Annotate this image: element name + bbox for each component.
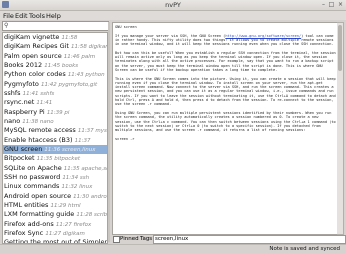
- note-list-item[interactable]: Raspberry Pi 11:39 pi: [3, 108, 107, 117]
- note-title: Books 2012: [4, 60, 43, 69]
- menu-bar: File Edit Tools Help: [0, 11, 346, 20]
- search-icon: ⚲: [4, 22, 9, 29]
- menu-file[interactable]: File: [3, 12, 14, 20]
- note-title: Bitpocket: [4, 154, 35, 163]
- note-list-item[interactable]: HTML entities 11:29 html: [3, 201, 107, 210]
- note-list[interactable]: digiKam vignette 11:58 digiKam Recipes Gi…: [2, 32, 108, 244]
- pinned-checkbox[interactable]: [113, 236, 120, 243]
- status-message: Note is saved and synced: [269, 246, 340, 252]
- note-list-item[interactable]: digiKam vignette 11:58: [3, 33, 107, 42]
- maximize-icon[interactable]: □: [328, 1, 335, 8]
- window-title: nvPY: [165, 1, 181, 9]
- menu-edit[interactable]: Edit: [15, 12, 28, 20]
- note-modified-time: 11:46 palm: [63, 53, 96, 60]
- note-title: SQLite on Apache: [4, 163, 62, 172]
- note-title: SSH no password: [4, 172, 61, 181]
- note-list-item[interactable]: Palm open source 11:46 palm: [3, 52, 107, 61]
- note-title: HTML entities: [4, 200, 49, 209]
- note-title: digiKam vignette: [4, 33, 60, 41]
- note-modified-time: 11:37: [74, 137, 91, 144]
- note-paragraph: screen -r: [115, 136, 135, 141]
- note-list-item[interactable]: Linux commands 11:32 linux: [3, 182, 107, 191]
- menu-tools[interactable]: Tools: [29, 12, 45, 20]
- note-modified-time: 11:43 python: [67, 72, 105, 79]
- note-list-item[interactable]: nano 11:38 nano: [3, 117, 107, 126]
- note-title: Firefox add-ons: [4, 219, 54, 228]
- note-list-item[interactable]: Bitpocket 11:35 bitpocket: [3, 154, 107, 163]
- note-list-item[interactable]: GNU screen 11:36 screen,linux: [3, 144, 107, 155]
- note-editor[interactable]: GNU screen If you manage your server via…: [112, 22, 339, 235]
- note-modified-time: 11:32 linux: [61, 184, 93, 191]
- note-modified-time: 11:28 scribble: [76, 212, 107, 219]
- note-modified-time: 11:58 digikam: [71, 44, 107, 51]
- note-title: Raspberry Pi: [4, 107, 45, 116]
- note-modified-time: 11:30 android: [73, 193, 107, 200]
- note-modified-time: 11:27 digikam: [45, 230, 85, 237]
- note-modified-time: 11:41 sshfs: [22, 90, 55, 97]
- note-list-item[interactable]: LXM formatting guide 11:28 scribble: [3, 210, 107, 219]
- note-modified-time: 11:27 firefox: [55, 221, 92, 228]
- note-title: Android open source: [4, 191, 72, 200]
- note-title: sshfs: [4, 88, 21, 97]
- note-paragraph: Using GNU Screen, you can run multiple p…: [115, 110, 336, 133]
- note-paragraph: This is where the GNU Screen comes into …: [115, 76, 336, 107]
- note-modified-time: 11:34 ssh: [62, 174, 90, 181]
- note-title: MySQL remote access: [4, 126, 76, 135]
- minimize-icon[interactable]: –: [320, 1, 327, 8]
- note-modified-time: 11:37 mysql: [77, 128, 107, 135]
- title-bar: nvPY – □ ×: [0, 0, 346, 11]
- note-modified-time: 11:35 bitpocket: [36, 156, 81, 163]
- pane-splitter[interactable]: [108, 22, 110, 242]
- note-title: Linux commands: [4, 182, 60, 191]
- note-modified-time: 11:35 apache,sql: [63, 165, 107, 172]
- note-list-item[interactable]: rsync.net 11:41: [3, 98, 107, 107]
- note-title: Palm open source: [4, 51, 62, 60]
- note-title: Pygmyfoto: [4, 79, 39, 88]
- editor-scrollbar[interactable]: [337, 22, 344, 235]
- note-modified-time: 11:45 books: [44, 62, 79, 69]
- note-list-item[interactable]: sshfs 11:41 sshfs: [3, 89, 107, 98]
- menu-help[interactable]: Help: [46, 12, 61, 20]
- note-list-item[interactable]: Books 2012 11:45 books: [3, 61, 107, 70]
- note-list-item[interactable]: Android open source 11:30 android: [3, 192, 107, 201]
- note-title: Enable htaccess (B3): [4, 135, 73, 144]
- tag-row: Pinned Tags screen,linux: [112, 235, 346, 244]
- pinned-label: Pinned: [120, 236, 139, 242]
- note-heading: GNU screen: [115, 25, 137, 29]
- note-modified-time: 11:58: [61, 35, 78, 41]
- note-modified-time: 11:41: [36, 100, 53, 107]
- tags-input[interactable]: screen,linux: [153, 235, 346, 244]
- note-modified-time: 11:29 html: [50, 202, 81, 209]
- note-list-item[interactable]: MySQL remote access 11:37 mysql: [3, 126, 107, 135]
- close-icon[interactable]: ×: [337, 1, 344, 8]
- note-list-item[interactable]: Python color codes 11:43 python: [3, 70, 107, 79]
- search-box: ⚲: [2, 21, 109, 31]
- note-title: Firefox Sync: [4, 228, 44, 237]
- note-list-item[interactable]: Pygmyfoto 11:42 pygmyfoto,git: [3, 80, 107, 89]
- note-title: digiKam Recipes Git: [4, 42, 69, 51]
- note-title: GNU screen: [4, 144, 43, 153]
- note-list-item[interactable]: SQLite on Apache 11:35 apache,sql: [3, 164, 107, 173]
- note-list-item[interactable]: Firefox add-ons 11:27 firefox: [3, 220, 107, 229]
- tags-label: Tags: [140, 236, 153, 242]
- note-paragraph: But how can this be useful? When you est…: [115, 50, 336, 72]
- note-text[interactable]: GNU screen If you manage your server via…: [113, 23, 338, 143]
- note-modified-time: 11:42 pygmyfoto,git: [40, 81, 98, 88]
- note-modified-time: 11:38 nano: [22, 118, 54, 125]
- note-modified-time: 11:39 pi: [46, 109, 70, 116]
- note-title: nano: [4, 116, 21, 125]
- note-title: Python color codes: [4, 70, 66, 79]
- note-modified-time: 11:36 screen,linux: [44, 146, 96, 153]
- note-title: rsync.net: [4, 98, 35, 107]
- note-list-item[interactable]: Enable htaccess (B3) 11:37: [3, 136, 107, 145]
- note-list-item[interactable]: Firefox Sync 11:27 digikam: [3, 229, 107, 238]
- search-input[interactable]: [12, 22, 98, 30]
- note-list-item[interactable]: digiKam Recipes Git 11:58 digikam: [3, 42, 107, 51]
- scrollbar-thumb[interactable]: [338, 25, 342, 71]
- note-title: LXM formatting guide: [4, 210, 75, 219]
- note-list-item[interactable]: SSH no password 11:34 ssh: [3, 173, 107, 182]
